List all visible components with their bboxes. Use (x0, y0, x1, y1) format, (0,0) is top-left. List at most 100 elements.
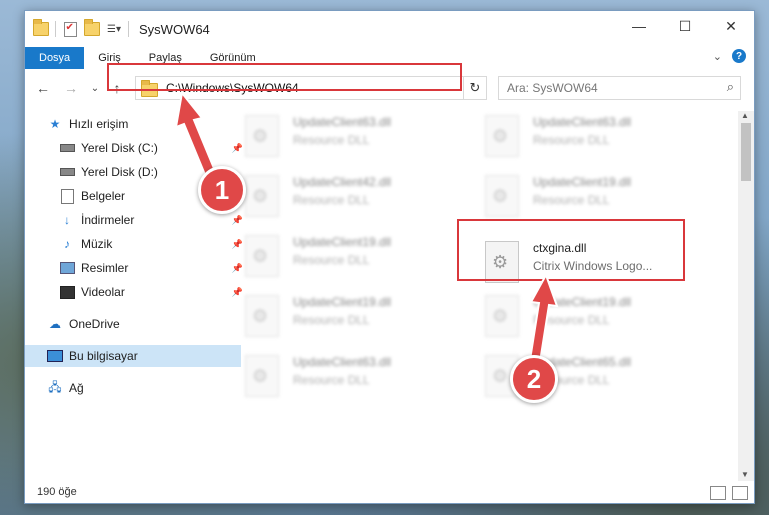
file-description: Resource DLL (533, 193, 610, 207)
drive-icon (59, 165, 75, 179)
item-count: 190 öğe (37, 486, 77, 498)
quick-access-toolbar: ☰▾ (25, 19, 129, 37)
vertical-scrollbar[interactable]: ▲ ▼ (738, 111, 754, 481)
maximize-button[interactable]: ☐ (662, 11, 708, 41)
sidebar-item-pictures[interactable]: Resimler 📌 (25, 257, 253, 279)
list-item[interactable]: UpdateClient19.dll Resource DLL (461, 171, 661, 221)
file-description: Resource DLL (533, 313, 610, 327)
sidebar-item-label: Yerel Disk (C:) (81, 141, 158, 155)
folder-icon (33, 19, 49, 36)
sidebar-item-local-disk-c[interactable]: Yerel Disk (C:) 📌 (25, 137, 253, 159)
list-item[interactable]: UpdateClient19.dll Resource DLL (461, 291, 661, 341)
large-icons-view-icon[interactable] (732, 486, 748, 500)
sidebar-item-quick-access[interactable]: ★ Hızlı erişim (25, 113, 241, 135)
search-input[interactable]: Ara: SysWOW64 ⌕ (498, 76, 741, 100)
file-description: Resource DLL (533, 133, 610, 147)
dll-file-icon (485, 115, 519, 157)
navigation-pane: ★ Hızlı erişim Yerel Disk (C:) 📌 Yerel D… (25, 111, 243, 481)
computer-icon (47, 349, 63, 363)
close-button[interactable]: ✕ (708, 11, 754, 41)
search-placeholder: Ara: SysWOW64 (507, 81, 598, 95)
toolbar-divider (55, 21, 56, 37)
forward-button[interactable]: → (61, 78, 81, 98)
file-name: UpdateClient19.dll (533, 175, 632, 189)
sidebar-item-label: Belgeler (81, 189, 126, 203)
file-name: UpdateClient63.dll (293, 115, 392, 129)
step-badge-1: 1 (198, 166, 246, 214)
new-folder-icon[interactable] (84, 19, 100, 36)
download-icon: ↓ (64, 213, 70, 227)
file-description: Resource DLL (293, 193, 370, 207)
dll-file-icon (485, 175, 519, 217)
status-bar: 190 öğe (25, 481, 754, 503)
sidebar-item-label: Ağ (69, 381, 84, 395)
refresh-icon: ↻ (469, 80, 481, 95)
dll-file-icon (245, 295, 279, 337)
music-icon: ♪ (64, 237, 70, 251)
search-icon[interactable]: ⌕ (727, 79, 734, 95)
sidebar-item-label: Bu bilgisayar (69, 349, 138, 363)
file-description: Resource DLL (293, 253, 370, 267)
sidebar-item-label: OneDrive (69, 317, 120, 331)
file-name: UpdateClient19.dll (293, 235, 392, 249)
list-item[interactable]: UpdateClient19.dll Resource DLL (221, 291, 421, 341)
videos-icon (59, 285, 75, 299)
list-item[interactable]: UpdateClient19.dll Resource DLL (221, 231, 421, 281)
scrollbar-thumb[interactable] (741, 123, 751, 181)
list-item[interactable]: UpdateClient63.dll Resource DLL (221, 111, 421, 161)
scroll-down-icon[interactable]: ▼ (741, 470, 749, 479)
sidebar-item-network[interactable]: 🖧 Ağ (25, 377, 241, 399)
file-description: Resource DLL (293, 313, 370, 327)
back-button[interactable]: ← (33, 78, 53, 98)
dll-file-icon (245, 355, 279, 397)
dll-file-icon (485, 295, 519, 337)
list-item[interactable]: UpdateClient63.dll Resource DLL (461, 111, 661, 161)
sidebar-item-label: İndirmeler (81, 213, 135, 227)
sidebar-item-label: Hızlı erişim (69, 117, 129, 131)
toolbar-divider (128, 21, 129, 37)
dll-file-icon (245, 235, 279, 277)
sidebar-item-label: Resimler (81, 261, 129, 275)
sidebar-item-this-pc[interactable]: Bu bilgisayar (25, 345, 241, 367)
window-title: SysWOW64 (139, 21, 210, 37)
step-badge-2: 2 (510, 355, 558, 403)
dll-file-icon (245, 175, 279, 217)
cloud-icon: ☁ (49, 317, 61, 331)
sidebar-item-label: Videolar (81, 285, 125, 299)
file-name: UpdateClient19.dll (293, 295, 392, 309)
details-view-icon[interactable] (710, 486, 726, 500)
minimize-button[interactable]: — (616, 11, 662, 41)
file-name: UpdateClient63.dll (533, 115, 632, 129)
documents-icon (59, 188, 75, 204)
file-name: UpdateClient63.dll (293, 355, 392, 369)
help-icon[interactable]: ? (732, 49, 746, 63)
expand-ribbon-icon[interactable]: ⌄ (713, 50, 722, 63)
file-list: UpdateClient63.dll Resource DLL UpdateCl… (221, 111, 738, 481)
drive-icon (59, 141, 75, 155)
file-highlight (457, 219, 685, 281)
title-bar: ☰▾ SysWOW64 — ☐ ✕ (25, 11, 754, 47)
customize-toolbar-icon[interactable]: ☰▾ (106, 22, 122, 36)
sidebar-item-music[interactable]: ♪ Müzik 📌 (25, 233, 253, 255)
sidebar-item-videos[interactable]: Videolar 📌 (25, 281, 253, 303)
refresh-button[interactable]: ↻ (463, 76, 487, 100)
address-bar-highlight (107, 63, 462, 91)
dll-file-icon (245, 115, 279, 157)
sidebar-item-label: Müzik (81, 237, 113, 251)
list-item[interactable]: UpdateClient42.dll Resource DLL (221, 171, 421, 221)
recent-locations-button[interactable]: ⌄ (85, 78, 105, 98)
network-icon: 🖧 (48, 379, 62, 394)
file-description: Resource DLL (293, 373, 370, 387)
sidebar-item-label: Yerel Disk (D:) (81, 165, 158, 179)
pictures-icon (59, 261, 75, 275)
list-item[interactable]: UpdateClient63.dll Resource DLL (221, 351, 421, 401)
scroll-up-icon[interactable]: ▲ (741, 111, 749, 120)
properties-icon[interactable] (62, 21, 78, 37)
file-name: UpdateClient19.dll (533, 295, 632, 309)
list-item[interactable]: UpdateClient65.dll Resource DLL (461, 351, 661, 401)
tab-file[interactable]: Dosya (25, 47, 85, 69)
file-name: UpdateClient42.dll (293, 175, 392, 189)
sidebar-item-onedrive[interactable]: ☁ OneDrive (25, 313, 241, 335)
star-icon: ★ (49, 117, 61, 131)
file-description: Resource DLL (293, 133, 370, 147)
